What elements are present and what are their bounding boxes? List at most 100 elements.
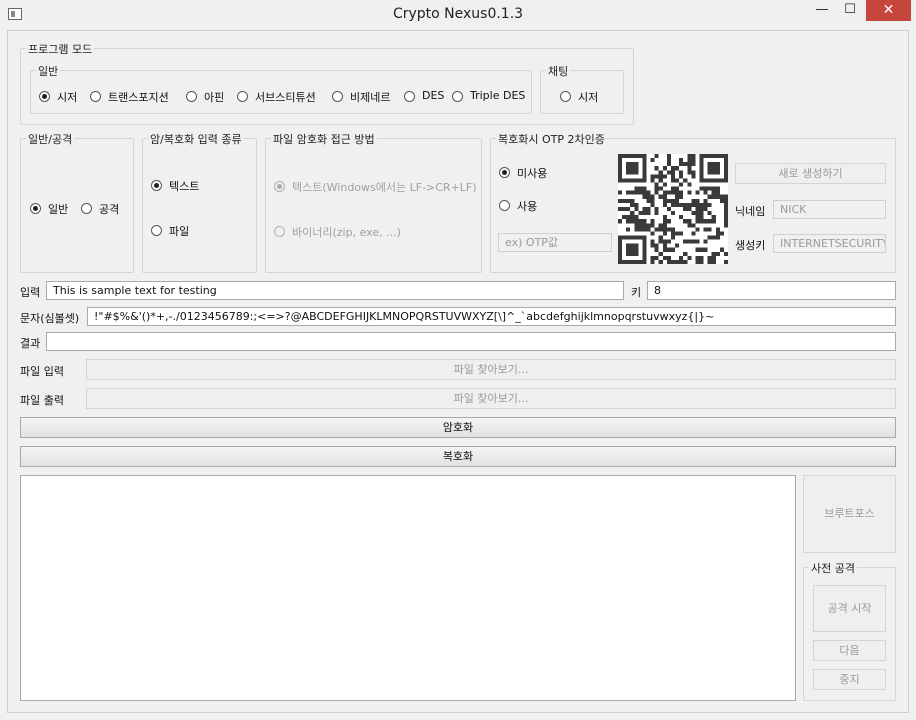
qr-module	[695, 215, 700, 220]
radio-triple-des[interactable]	[452, 91, 463, 102]
radio-file-label[interactable]: 파일	[169, 223, 189, 239]
qr-module	[626, 243, 631, 248]
radio-caesar-label[interactable]: 시저	[57, 89, 77, 105]
radio-attack-label[interactable]: 공격	[99, 201, 119, 217]
radio-affine[interactable]	[186, 91, 197, 102]
next-button[interactable]: 다음	[813, 640, 886, 661]
qr-module	[626, 215, 631, 220]
radio-transposition[interactable]	[90, 91, 101, 102]
qr-module	[687, 255, 692, 260]
qr-module	[618, 219, 623, 224]
radio-text[interactable]	[151, 180, 162, 191]
file-output-browse-button[interactable]: 파일 찾아보기...	[86, 388, 896, 409]
qr-module	[703, 186, 708, 191]
radio-otp-off[interactable]	[499, 167, 510, 178]
radio-otp-on-label[interactable]: 사용	[517, 198, 537, 214]
close-icon[interactable]: ✕	[866, 0, 911, 21]
radio-attack[interactable]	[81, 203, 92, 214]
radio-text-mode-label[interactable]: 텍스트(Windows에서는 LF->CR+LF)	[292, 179, 477, 195]
qr-module	[630, 162, 635, 167]
qr-module	[695, 211, 700, 216]
qr-module	[666, 219, 671, 224]
radio-otp-off-label[interactable]: 미사용	[517, 165, 547, 181]
result-field[interactable]	[46, 332, 896, 351]
file-input-browse-button[interactable]: 파일 찾아보기...	[86, 359, 896, 380]
qr-module	[630, 247, 635, 252]
qr-module	[662, 227, 667, 232]
radio-otp-on[interactable]	[499, 200, 510, 211]
decrypt-button[interactable]: 복호화	[20, 446, 896, 467]
qr-module	[723, 162, 728, 167]
otp-input[interactable]: ex) OTP값	[498, 233, 612, 252]
nickname-field[interactable]: NICK	[773, 200, 886, 219]
radio-general-label[interactable]: 일반	[48, 201, 68, 217]
qr-module	[711, 255, 716, 260]
minimize-icon[interactable]: —	[808, 0, 836, 21]
qr-module	[675, 194, 680, 199]
qr-module	[646, 190, 651, 195]
qr-module	[654, 182, 659, 187]
radio-text-label[interactable]: 텍스트	[169, 178, 199, 194]
qr-module	[622, 178, 627, 183]
radio-general[interactable]	[30, 203, 41, 214]
qr-module	[630, 198, 635, 203]
qr-module	[650, 174, 655, 179]
radio-substitution-label[interactable]: 서브스티튜션	[255, 89, 316, 105]
charset-field[interactable]: !"#$%&'()*+,-./0123456789:;<=>?@ABCDEFGH…	[87, 307, 896, 326]
radio-file[interactable]	[151, 225, 162, 236]
output-textarea[interactable]	[20, 475, 796, 701]
qr-module	[691, 174, 696, 179]
qr-module	[699, 202, 704, 207]
radio-binary-mode-label[interactable]: 바이너리(zip, exe, ...)	[292, 224, 401, 240]
qr-module	[618, 251, 623, 256]
qr-module	[622, 235, 627, 240]
radio-substitution[interactable]	[237, 91, 248, 102]
qr-module	[707, 255, 712, 260]
qr-module	[723, 166, 728, 171]
qr-module	[699, 158, 704, 163]
radio-des-label[interactable]: DES	[422, 89, 444, 102]
brute-force-button[interactable]: 브루트포스	[803, 475, 896, 553]
qr-module	[723, 211, 728, 216]
qr-module	[618, 178, 623, 183]
qr-module	[707, 227, 712, 232]
radio-triple-des-label[interactable]: Triple DES	[470, 89, 525, 102]
attack-start-button[interactable]: 공격 시작	[813, 585, 886, 632]
program-mode-title: 프로그램 모드	[26, 41, 95, 57]
qr-module	[666, 255, 671, 260]
qr-module	[658, 174, 663, 179]
encrypt-button[interactable]: 암호화	[20, 417, 896, 438]
qr-module	[703, 154, 708, 159]
radio-vigenere-label[interactable]: 비제네르	[350, 89, 390, 105]
qr-module	[634, 154, 639, 159]
radio-transposition-label[interactable]: 트랜스포지션	[108, 89, 169, 105]
key-field[interactable]: 8	[647, 281, 896, 300]
radio-vigenere[interactable]	[332, 91, 343, 102]
radio-text-mode[interactable]	[274, 181, 285, 192]
qr-module	[695, 259, 700, 264]
radio-chat-caesar[interactable]	[560, 91, 571, 102]
stop-button[interactable]: 중지	[813, 669, 886, 690]
qr-module	[699, 219, 704, 224]
radio-des[interactable]	[404, 91, 415, 102]
radio-binary-mode[interactable]	[274, 226, 285, 237]
radio-affine-label[interactable]: 아핀	[204, 89, 224, 105]
radio-caesar[interactable]	[39, 91, 50, 102]
qr-module	[618, 190, 623, 195]
qr-module	[723, 174, 728, 179]
qr-module	[662, 219, 667, 224]
generator-key-field[interactable]: INTERNETSECURITY	[773, 234, 886, 253]
input-field[interactable]: This is sample text for testing	[46, 281, 624, 300]
qr-module	[646, 227, 651, 232]
qr-module	[618, 255, 623, 260]
qr-module	[670, 166, 676, 171]
qr-module	[638, 259, 643, 264]
maximize-icon[interactable]: ☐	[836, 0, 864, 21]
qr-module	[711, 154, 716, 159]
qr-module	[634, 235, 639, 240]
radio-chat-caesar-label[interactable]: 시저	[578, 89, 598, 105]
qr-module	[638, 190, 643, 195]
generate-button[interactable]: 새로 생성하기	[735, 163, 886, 184]
qr-module	[707, 202, 712, 207]
qr-module	[662, 194, 667, 199]
